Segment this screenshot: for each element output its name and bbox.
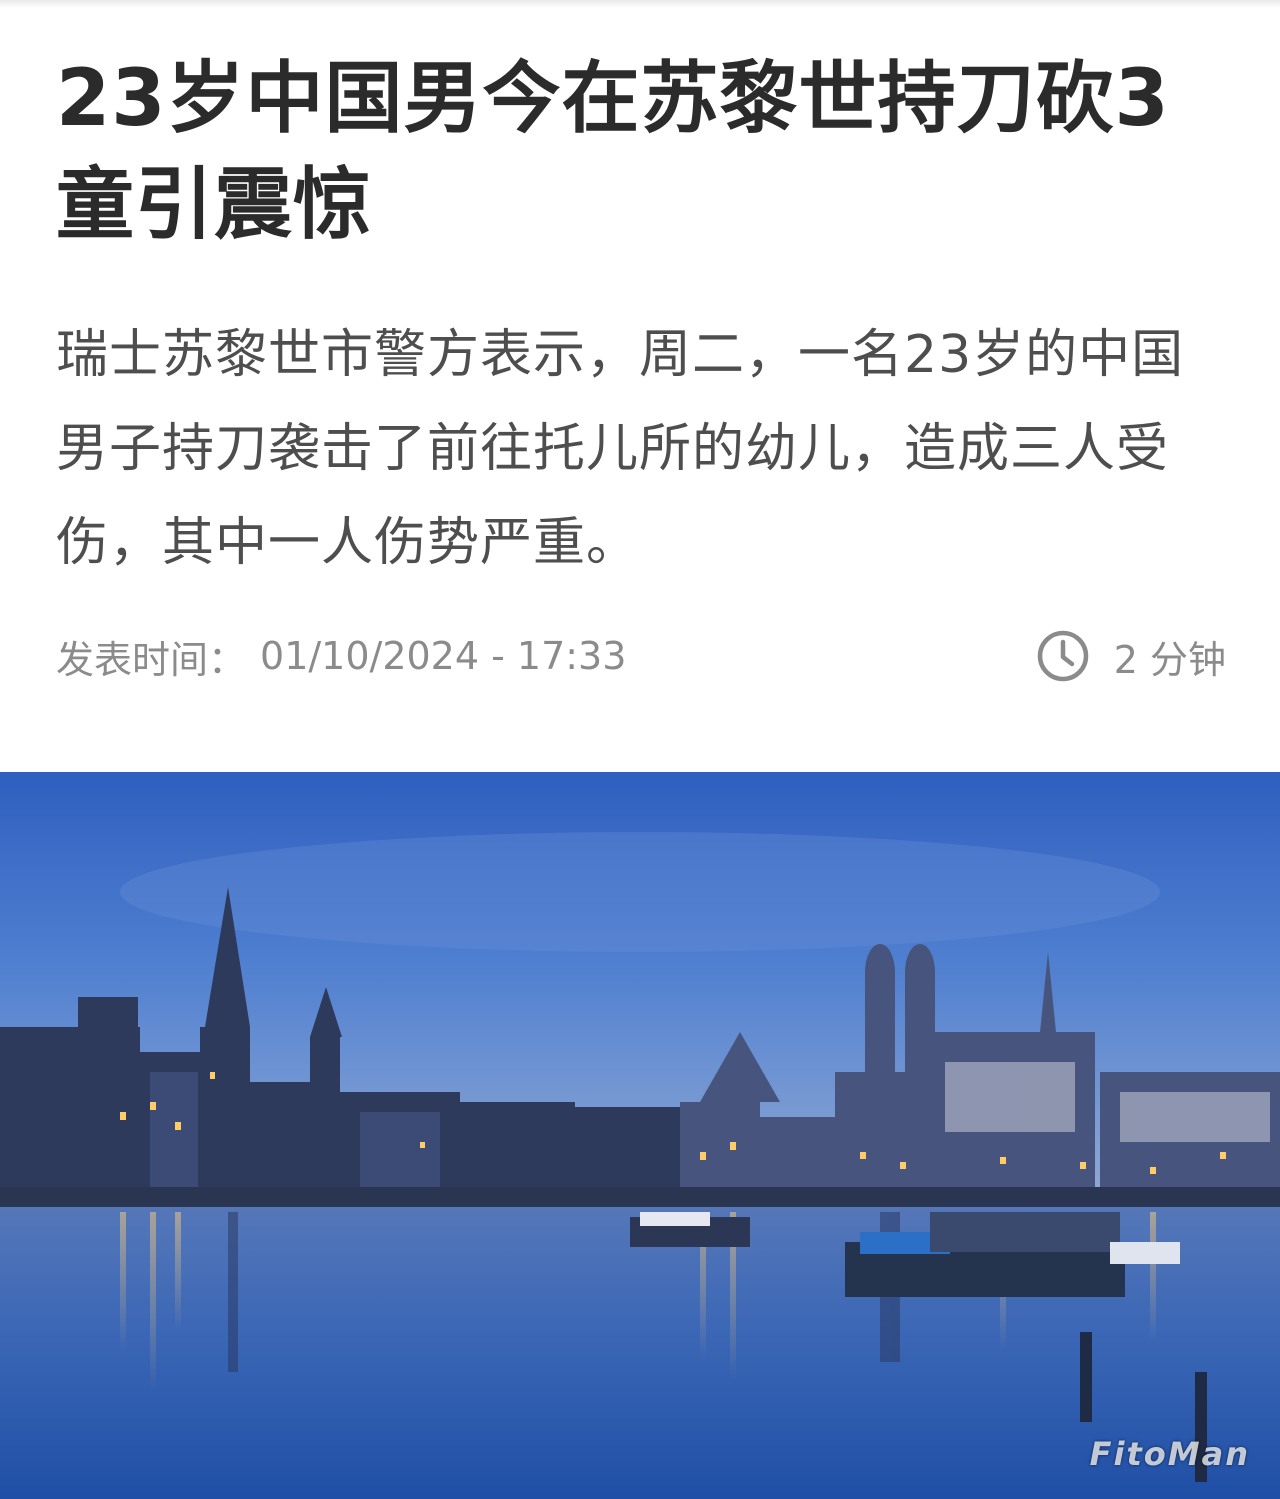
article-headline: 23岁中国男今在苏黎世持刀砍3童引震惊	[56, 54, 1170, 250]
image-watermark: FitoMan	[1089, 1435, 1250, 1473]
clock-icon	[1036, 629, 1090, 683]
read-time: 2 分钟	[1036, 629, 1226, 684]
top-edge-shadow	[0, 0, 1280, 8]
publish-label: 发表时间：	[56, 637, 247, 682]
read-time-label: 2 分钟	[1113, 637, 1226, 682]
hero-image[interactable]: FitoMan	[0, 772, 1280, 1499]
publish-info: 发表时间： 01/10/2024 - 17:33	[56, 629, 626, 684]
article-summary: 瑞士苏黎世市警方表示，周二，一名23岁的中国男子持刀袭击了前往托儿所的幼儿，造成…	[56, 325, 1185, 573]
publish-datetime: 01/10/2024 - 17:33	[260, 634, 627, 678]
article-meta: 发表时间： 01/10/2024 - 17:33 2 分钟	[56, 626, 1226, 686]
